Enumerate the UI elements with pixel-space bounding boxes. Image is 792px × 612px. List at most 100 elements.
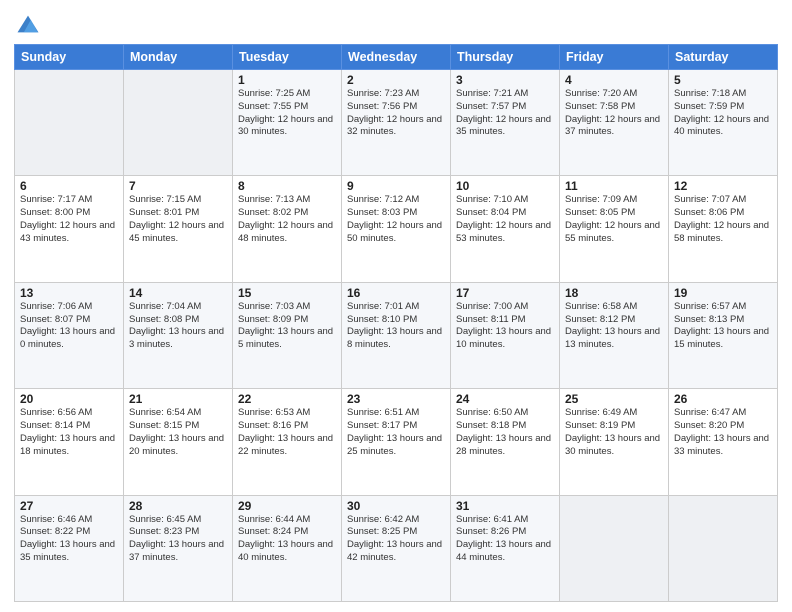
day-info: Sunrise: 6:54 AMSunset: 8:15 PMDaylight:… [129,407,227,458]
day-number: 13 [20,286,118,300]
day-info: Sunrise: 7:04 AMSunset: 8:08 PMDaylight:… [129,301,227,352]
calendar-table: SundayMondayTuesdayWednesdayThursdayFrid… [14,44,778,602]
day-number: 4 [565,73,663,87]
day-info: Sunrise: 7:10 AMSunset: 8:04 PMDaylight:… [456,194,554,245]
day-cell: 19Sunrise: 6:57 AMSunset: 8:13 PMDayligh… [669,282,778,388]
day-cell: 16Sunrise: 7:01 AMSunset: 8:10 PMDayligh… [342,282,451,388]
day-number: 25 [565,392,663,406]
week-row-1: 1Sunrise: 7:25 AMSunset: 7:55 PMDaylight… [15,70,778,176]
day-number: 24 [456,392,554,406]
day-info: Sunrise: 6:58 AMSunset: 8:12 PMDaylight:… [565,301,663,352]
day-number: 2 [347,73,445,87]
header [14,10,778,38]
day-number: 11 [565,179,663,193]
header-saturday: Saturday [669,45,778,70]
day-info: Sunrise: 6:57 AMSunset: 8:13 PMDaylight:… [674,301,772,352]
header-tuesday: Tuesday [233,45,342,70]
day-cell: 21Sunrise: 6:54 AMSunset: 8:15 PMDayligh… [124,389,233,495]
day-info: Sunrise: 6:56 AMSunset: 8:14 PMDaylight:… [20,407,118,458]
week-row-2: 6Sunrise: 7:17 AMSunset: 8:00 PMDaylight… [15,176,778,282]
day-number: 20 [20,392,118,406]
day-number: 9 [347,179,445,193]
day-number: 18 [565,286,663,300]
day-cell: 5Sunrise: 7:18 AMSunset: 7:59 PMDaylight… [669,70,778,176]
day-cell: 26Sunrise: 6:47 AMSunset: 8:20 PMDayligh… [669,389,778,495]
day-number: 21 [129,392,227,406]
day-number: 12 [674,179,772,193]
day-cell: 2Sunrise: 7:23 AMSunset: 7:56 PMDaylight… [342,70,451,176]
day-info: Sunrise: 7:13 AMSunset: 8:02 PMDaylight:… [238,194,336,245]
day-info: Sunrise: 7:20 AMSunset: 7:58 PMDaylight:… [565,88,663,139]
day-info: Sunrise: 7:12 AMSunset: 8:03 PMDaylight:… [347,194,445,245]
day-info: Sunrise: 7:07 AMSunset: 8:06 PMDaylight:… [674,194,772,245]
day-number: 22 [238,392,336,406]
day-info: Sunrise: 6:47 AMSunset: 8:20 PMDaylight:… [674,407,772,458]
day-cell: 7Sunrise: 7:15 AMSunset: 8:01 PMDaylight… [124,176,233,282]
logo-icon [14,10,42,38]
calendar-header-row: SundayMondayTuesdayWednesdayThursdayFrid… [15,45,778,70]
week-row-4: 20Sunrise: 6:56 AMSunset: 8:14 PMDayligh… [15,389,778,495]
day-number: 28 [129,499,227,513]
page: SundayMondayTuesdayWednesdayThursdayFrid… [0,0,792,612]
day-number: 27 [20,499,118,513]
day-cell [15,70,124,176]
day-info: Sunrise: 6:42 AMSunset: 8:25 PMDaylight:… [347,514,445,565]
day-number: 5 [674,73,772,87]
day-number: 15 [238,286,336,300]
day-number: 6 [20,179,118,193]
day-cell: 14Sunrise: 7:04 AMSunset: 8:08 PMDayligh… [124,282,233,388]
day-number: 23 [347,392,445,406]
day-cell [124,70,233,176]
day-number: 17 [456,286,554,300]
day-number: 1 [238,73,336,87]
day-cell: 13Sunrise: 7:06 AMSunset: 8:07 PMDayligh… [15,282,124,388]
day-cell: 12Sunrise: 7:07 AMSunset: 8:06 PMDayligh… [669,176,778,282]
day-cell: 23Sunrise: 6:51 AMSunset: 8:17 PMDayligh… [342,389,451,495]
day-cell: 4Sunrise: 7:20 AMSunset: 7:58 PMDaylight… [560,70,669,176]
day-cell: 22Sunrise: 6:53 AMSunset: 8:16 PMDayligh… [233,389,342,495]
day-number: 16 [347,286,445,300]
header-monday: Monday [124,45,233,70]
day-cell: 8Sunrise: 7:13 AMSunset: 8:02 PMDaylight… [233,176,342,282]
day-cell [669,495,778,601]
day-number: 30 [347,499,445,513]
day-cell: 28Sunrise: 6:45 AMSunset: 8:23 PMDayligh… [124,495,233,601]
day-number: 3 [456,73,554,87]
header-sunday: Sunday [15,45,124,70]
day-cell: 20Sunrise: 6:56 AMSunset: 8:14 PMDayligh… [15,389,124,495]
day-number: 29 [238,499,336,513]
day-cell: 18Sunrise: 6:58 AMSunset: 8:12 PMDayligh… [560,282,669,388]
week-row-3: 13Sunrise: 7:06 AMSunset: 8:07 PMDayligh… [15,282,778,388]
day-number: 8 [238,179,336,193]
day-info: Sunrise: 7:21 AMSunset: 7:57 PMDaylight:… [456,88,554,139]
day-number: 31 [456,499,554,513]
day-info: Sunrise: 7:03 AMSunset: 8:09 PMDaylight:… [238,301,336,352]
day-cell: 1Sunrise: 7:25 AMSunset: 7:55 PMDaylight… [233,70,342,176]
day-cell: 9Sunrise: 7:12 AMSunset: 8:03 PMDaylight… [342,176,451,282]
day-cell: 11Sunrise: 7:09 AMSunset: 8:05 PMDayligh… [560,176,669,282]
day-cell [560,495,669,601]
day-number: 10 [456,179,554,193]
day-cell: 25Sunrise: 6:49 AMSunset: 8:19 PMDayligh… [560,389,669,495]
logo [14,10,44,38]
day-number: 7 [129,179,227,193]
day-info: Sunrise: 7:17 AMSunset: 8:00 PMDaylight:… [20,194,118,245]
day-info: Sunrise: 7:01 AMSunset: 8:10 PMDaylight:… [347,301,445,352]
day-cell: 10Sunrise: 7:10 AMSunset: 8:04 PMDayligh… [451,176,560,282]
day-info: Sunrise: 6:41 AMSunset: 8:26 PMDaylight:… [456,514,554,565]
day-info: Sunrise: 6:45 AMSunset: 8:23 PMDaylight:… [129,514,227,565]
header-friday: Friday [560,45,669,70]
day-info: Sunrise: 6:50 AMSunset: 8:18 PMDaylight:… [456,407,554,458]
header-wednesday: Wednesday [342,45,451,70]
day-info: Sunrise: 6:46 AMSunset: 8:22 PMDaylight:… [20,514,118,565]
day-number: 26 [674,392,772,406]
day-info: Sunrise: 6:44 AMSunset: 8:24 PMDaylight:… [238,514,336,565]
day-cell: 30Sunrise: 6:42 AMSunset: 8:25 PMDayligh… [342,495,451,601]
day-info: Sunrise: 7:15 AMSunset: 8:01 PMDaylight:… [129,194,227,245]
day-cell: 3Sunrise: 7:21 AMSunset: 7:57 PMDaylight… [451,70,560,176]
day-cell: 29Sunrise: 6:44 AMSunset: 8:24 PMDayligh… [233,495,342,601]
day-info: Sunrise: 7:06 AMSunset: 8:07 PMDaylight:… [20,301,118,352]
day-info: Sunrise: 7:00 AMSunset: 8:11 PMDaylight:… [456,301,554,352]
day-info: Sunrise: 6:49 AMSunset: 8:19 PMDaylight:… [565,407,663,458]
day-number: 19 [674,286,772,300]
